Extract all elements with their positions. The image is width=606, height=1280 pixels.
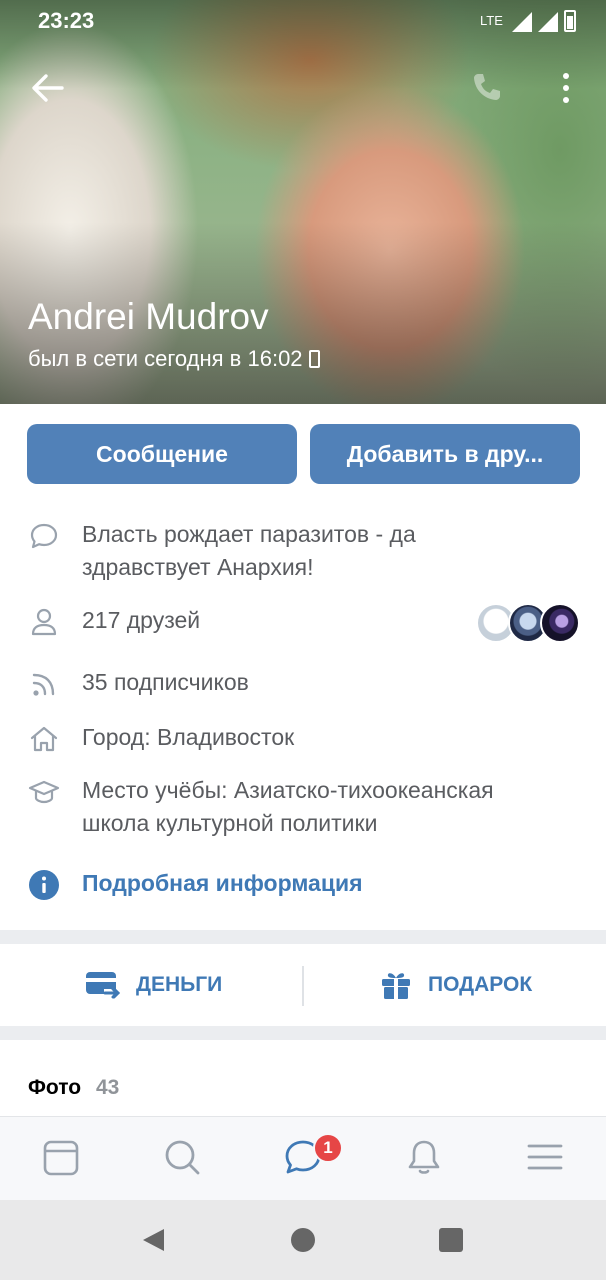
search-icon[interactable] [162, 1137, 202, 1177]
status-quote-row: Власть рождает паразитов - да здравствуе… [28, 518, 588, 584]
system-home-icon[interactable] [291, 1228, 315, 1252]
subscribers-row[interactable]: 35 подписчиков [28, 666, 588, 700]
home-icon [30, 726, 58, 752]
back-arrow-icon[interactable] [28, 68, 68, 108]
photos-section[interactable]: Фото 43 [0, 1040, 606, 1120]
money-gift-bar: ДЕНЬГИ ПОДАРОК [0, 944, 606, 1026]
status-quote-text: Власть рождает паразитов - да здравствуе… [82, 521, 416, 580]
education-row: Место учёбы: Азиатско-тихоокеанская школ… [28, 774, 588, 840]
more-vertical-icon[interactable] [556, 70, 576, 106]
profile-cover-photo[interactable]: 23:23 LTE Andrei Mudrov был в сети сегод… [0, 0, 606, 404]
cover-shade [0, 0, 606, 404]
city-row: Город: Владивосток [28, 721, 588, 755]
photos-title: Фото [28, 1076, 82, 1099]
last-seen-status: был в сети сегодня в 16:02 [28, 346, 320, 372]
graduation-cap-icon [28, 780, 60, 804]
gift-label: ПОДАРОК [428, 973, 533, 996]
money-label: ДЕНЬГИ [136, 973, 223, 996]
avatar [540, 603, 580, 643]
speech-bubble-icon [30, 523, 58, 549]
subscribers-count: 35 подписчиков [82, 669, 249, 695]
network-type: LTE [480, 13, 503, 28]
system-back-icon[interactable] [140, 1227, 166, 1253]
status-time: 23:23 [38, 8, 95, 33]
messages-badge: 1 [313, 1133, 343, 1163]
phone-call-icon[interactable] [470, 70, 504, 104]
rss-feed-icon [32, 673, 55, 696]
money-transfer-icon [86, 972, 120, 999]
add-friend-button[interactable]: Добавить в дру... [310, 424, 580, 484]
profile-info-card: Сообщение Добавить в дру... Власть рожда… [0, 404, 606, 930]
friend-avatars[interactable] [476, 603, 580, 643]
system-navigation-bar [0, 1200, 606, 1280]
detailed-info-text: Подробная информация [82, 870, 363, 896]
photos-count: 43 [96, 1076, 120, 1099]
education-text: Место учёбы: Азиатско-тихоокеанская школ… [82, 777, 494, 836]
status-icons [512, 10, 576, 32]
gift-icon [382, 973, 410, 1000]
city-text: Город: Владивосток [82, 724, 295, 750]
notifications-bell-icon[interactable] [404, 1137, 444, 1177]
info-circle-icon [29, 870, 59, 900]
profile-screen: 23:23 LTE Andrei Mudrov был в сети сегод… [0, 0, 606, 1280]
bottom-tab-bar: 1 [0, 1116, 606, 1200]
news-feed-icon[interactable] [41, 1137, 81, 1177]
mobile-device-icon [308, 350, 320, 368]
detailed-info-link[interactable]: Подробная информация [28, 867, 588, 901]
menu-icon[interactable] [525, 1137, 565, 1177]
signal-icon [512, 12, 532, 32]
profile-name: Andrei Mudrov [28, 296, 269, 337]
money-button[interactable]: ДЕНЬГИ [84, 944, 222, 1026]
person-icon [31, 608, 57, 636]
message-button[interactable]: Сообщение [27, 424, 297, 484]
gift-button[interactable]: ПОДАРОК [380, 944, 532, 1026]
last-seen-text: был в сети сегодня в 16:02 [28, 346, 303, 371]
status-bar: 23:23 LTE [0, 0, 606, 44]
divider [302, 966, 304, 1006]
battery-icon [564, 10, 576, 32]
system-recents-icon[interactable] [439, 1228, 463, 1252]
signal-icon [538, 12, 558, 32]
friends-count: 217 друзей [82, 607, 201, 633]
